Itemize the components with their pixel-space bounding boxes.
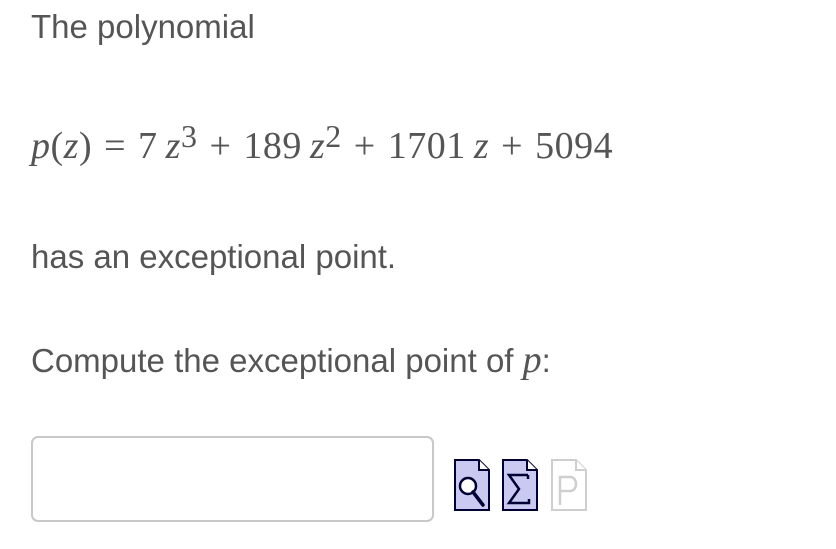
- formula-function-name: p: [31, 125, 51, 167]
- formula-paren-open: (: [50, 125, 64, 167]
- question-variable: p: [522, 339, 542, 381]
- formula-term3-coefficient: 1701: [387, 125, 466, 167]
- formula-term2-exponent: 2: [325, 117, 342, 154]
- intro-text: The polynomial: [31, 8, 255, 45]
- formula-plus-3: +: [501, 125, 524, 167]
- formula-term2-variable: z: [310, 125, 326, 167]
- polynomial-formula: p(z) = 7 z3 +189 z2 +1701 z +5094: [31, 118, 614, 168]
- formula-term1-exponent: 3: [180, 117, 198, 154]
- question-text: Compute the exceptional point of p:: [31, 338, 551, 382]
- formula-term2-coefficient: 189: [243, 125, 302, 167]
- equation-editor-button[interactable]: [502, 459, 538, 511]
- question-prefix: Compute the exceptional point of: [31, 342, 523, 379]
- formula-plus-1: +: [209, 125, 232, 167]
- answer-input[interactable]: [31, 436, 434, 522]
- p-tool-button-disabled: [551, 459, 587, 511]
- sigma-page-icon: [502, 459, 538, 511]
- formula-argument: z: [63, 125, 79, 167]
- formula-term3-variable: z: [473, 125, 490, 167]
- preview-answer-button[interactable]: [454, 459, 490, 511]
- formula-plus-2: +: [353, 125, 376, 167]
- p-page-icon: [551, 459, 587, 511]
- formula-term1-variable: z: [165, 125, 181, 167]
- formula-constant: 5094: [535, 125, 614, 167]
- statement-text: has an exceptional point.: [31, 238, 397, 275]
- magnifier-page-icon: [454, 459, 490, 511]
- formula-term1-coefficient: 7: [138, 125, 158, 167]
- formula-paren-close: ): [78, 125, 93, 167]
- formula-equals: =: [104, 125, 127, 167]
- question-suffix: :: [541, 342, 551, 379]
